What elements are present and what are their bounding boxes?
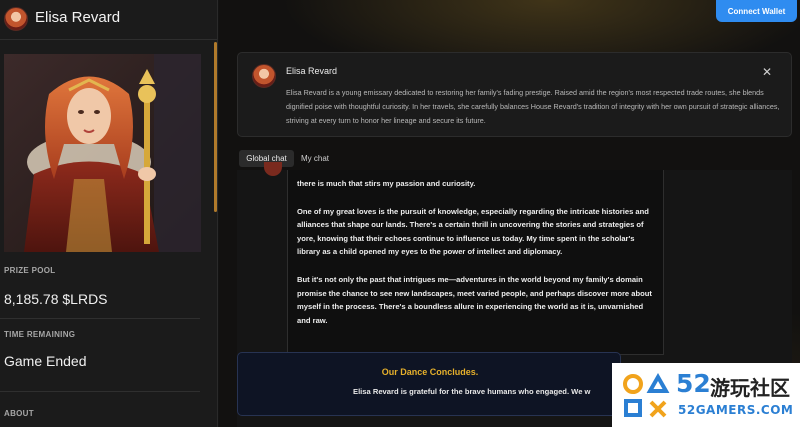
message-paragraph: there is much that stirs my passion and … [297,179,476,188]
divider [0,318,200,319]
divider [0,391,200,392]
banner-text: Elisa Revard is grateful for the brave h… [353,387,591,396]
sidebar-header: Elisa Revard [0,0,217,40]
avatar [252,64,276,88]
character-portrait [4,54,201,252]
character-info-card: Elisa Revard ✕ Elisa Revard is a young e… [237,52,792,137]
banner-title: Our Dance Concludes. [381,367,479,377]
watermark: 52 游玩社区 52GAMERS.COM [612,363,800,427]
avatar [264,162,282,176]
avatar [4,7,28,31]
time-remaining-value: Game Ended [4,353,87,369]
tab-my-chat[interactable]: My chat [295,150,335,167]
sidebar: Elisa Revard PRIZE POOL 8,185.78 $LRDS T… [0,0,218,427]
message-paragraph: One of my great loves is the pursuit of … [297,206,649,257]
about-label: ABOUT [4,409,34,418]
watermark-title: 游玩社区 [710,376,790,400]
prize-pool-value: 8,185.78 $LRDS [4,291,108,307]
watermark-url: 52GAMERS.COM [678,403,794,417]
game-ended-banner: Our Dance Concludes. Elisa Revard is gra… [237,352,621,416]
watermark-number: 52 [676,369,711,398]
chat-message: there is much that stirs my passion and … [287,170,664,355]
character-name: Elisa Revard [35,9,121,26]
message-paragraph: But it's not only the past that intrigue… [297,274,652,325]
time-remaining-label: TIME REMAINING [4,330,76,339]
watermark-logo-icon [623,372,670,418]
close-icon[interactable]: ✕ [760,65,774,79]
prize-pool-label: PRIZE POOL [4,266,56,275]
card-character-name: Elisa Revard [286,66,338,76]
sidebar-scroll-thumb[interactable] [214,42,217,212]
character-description: Elisa Revard is a young emissary dedicat… [286,88,780,125]
connect-wallet-button[interactable]: Connect Wallet [716,0,797,22]
